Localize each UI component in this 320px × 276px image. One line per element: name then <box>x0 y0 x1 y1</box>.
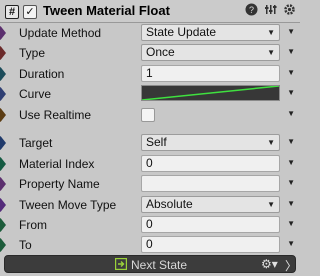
slot-diamond-icon[interactable] <box>0 198 6 212</box>
row-menu-icon[interactable]: ▼ <box>287 109 295 118</box>
dropdown-value: Self <box>146 135 167 149</box>
use-realtime-checkbox[interactable] <box>141 108 155 122</box>
chevron-down-icon: ▼ <box>267 200 275 209</box>
dropdown-value: Absolute <box>146 197 193 211</box>
property-row-material-index: Material Index 0 ▼ <box>0 154 300 174</box>
script-hash-icon: # <box>5 5 19 19</box>
property-row-duration: Duration 1 ▼ <box>0 64 300 84</box>
settings-icon[interactable] <box>282 3 296 19</box>
text-input[interactable] <box>141 175 280 192</box>
dropdown-field[interactable]: Absolute ▼ <box>141 196 280 213</box>
property-label: Type <box>19 46 46 60</box>
text-input[interactable]: 0 <box>141 236 280 253</box>
row-menu-icon[interactable]: ▼ <box>287 137 295 146</box>
dropdown-field[interactable]: Once ▼ <box>141 44 280 61</box>
gear-icon[interactable]: ⚙▾ <box>261 257 278 271</box>
property-row-use-realtime: Use Realtime ▼ <box>0 105 300 125</box>
dropdown-value: Once <box>146 45 175 59</box>
property-label: Tween Move Type <box>19 198 117 212</box>
slot-diamond-icon[interactable] <box>0 67 6 81</box>
property-label: Target <box>19 136 53 150</box>
property-label: Curve <box>19 87 52 101</box>
help-icon[interactable]: ? <box>244 3 258 19</box>
slot-diamond-icon[interactable] <box>0 157 6 171</box>
property-label: From <box>19 218 47 232</box>
property-row-from: From 0 ▼ <box>0 215 300 235</box>
text-input[interactable]: 0 <box>141 216 280 233</box>
text-input[interactable]: 1 <box>141 65 280 82</box>
property-label: To <box>19 238 32 252</box>
property-row-type: Type Once ▼ ▼ <box>0 43 300 63</box>
slot-diamond-icon[interactable] <box>0 136 6 150</box>
chevron-down-icon: ▼ <box>267 138 275 147</box>
slot-diamond-icon[interactable] <box>0 218 6 232</box>
row-menu-icon[interactable]: ▼ <box>287 88 295 97</box>
row-menu-icon[interactable]: ▼ <box>287 27 295 36</box>
slot-diamond-icon[interactable] <box>0 46 6 60</box>
chevron-down-icon: ▼ <box>267 28 275 37</box>
chevron-down-icon: ▼ <box>267 48 275 57</box>
text-input[interactable]: 0 <box>141 155 280 172</box>
property-label: Duration <box>19 67 65 81</box>
row-menu-icon[interactable]: ▼ <box>287 178 295 187</box>
property-label: Use Realtime <box>19 108 92 122</box>
component-title: Tween Material Float <box>43 3 170 18</box>
row-menu-icon[interactable]: ▼ <box>287 199 295 208</box>
row-menu-icon[interactable]: ▼ <box>287 158 295 167</box>
transition-icon <box>114 257 128 271</box>
preset-icon[interactable] <box>263 3 277 19</box>
slot-diamond-icon[interactable] <box>0 238 6 252</box>
dropdown-field[interactable]: State Update ▼ <box>141 24 280 41</box>
property-row-to: To 0 ▼ <box>0 235 300 255</box>
property-row-target: Target Self ▼ ▼ <box>0 133 300 153</box>
next-state-label: Next State <box>131 258 188 272</box>
slot-diamond-icon[interactable] <box>0 108 6 122</box>
property-row-tween-move-type: Tween Move Type Absolute ▼ ▼ <box>0 195 300 215</box>
enable-checkbox[interactable]: ✓ <box>23 5 37 19</box>
row-menu-icon[interactable]: ▼ <box>287 68 295 77</box>
chevron-right-icon[interactable]: 〉 <box>285 257 297 274</box>
slot-diamond-icon[interactable] <box>0 87 6 101</box>
svg-text:?: ? <box>248 5 253 15</box>
component-header: # ✓ Tween Material Float ? <box>0 0 300 23</box>
property-label: Update Method <box>19 26 102 40</box>
slot-diamond-icon[interactable] <box>0 26 6 40</box>
property-row-curve: Curve ▼ <box>0 84 300 104</box>
row-menu-icon[interactable]: ▼ <box>287 239 295 248</box>
slot-diamond-icon[interactable] <box>0 177 6 191</box>
curve-line <box>142 86 279 100</box>
dropdown-field[interactable]: Self ▼ <box>141 134 280 151</box>
dropdown-value: State Update <box>146 25 217 39</box>
next-state-bar[interactable]: Next State ⚙▾ 〉 <box>4 255 297 274</box>
row-menu-icon[interactable]: ▼ <box>287 219 295 228</box>
property-row-update-method: Update Method State Update ▼ ▼ <box>0 23 300 43</box>
property-label: Property Name <box>19 177 100 191</box>
curve-field[interactable] <box>141 85 280 101</box>
row-menu-icon[interactable]: ▼ <box>287 47 295 56</box>
property-row-property-name: Property Name ▼ <box>0 174 300 194</box>
property-label: Material Index <box>19 157 95 171</box>
